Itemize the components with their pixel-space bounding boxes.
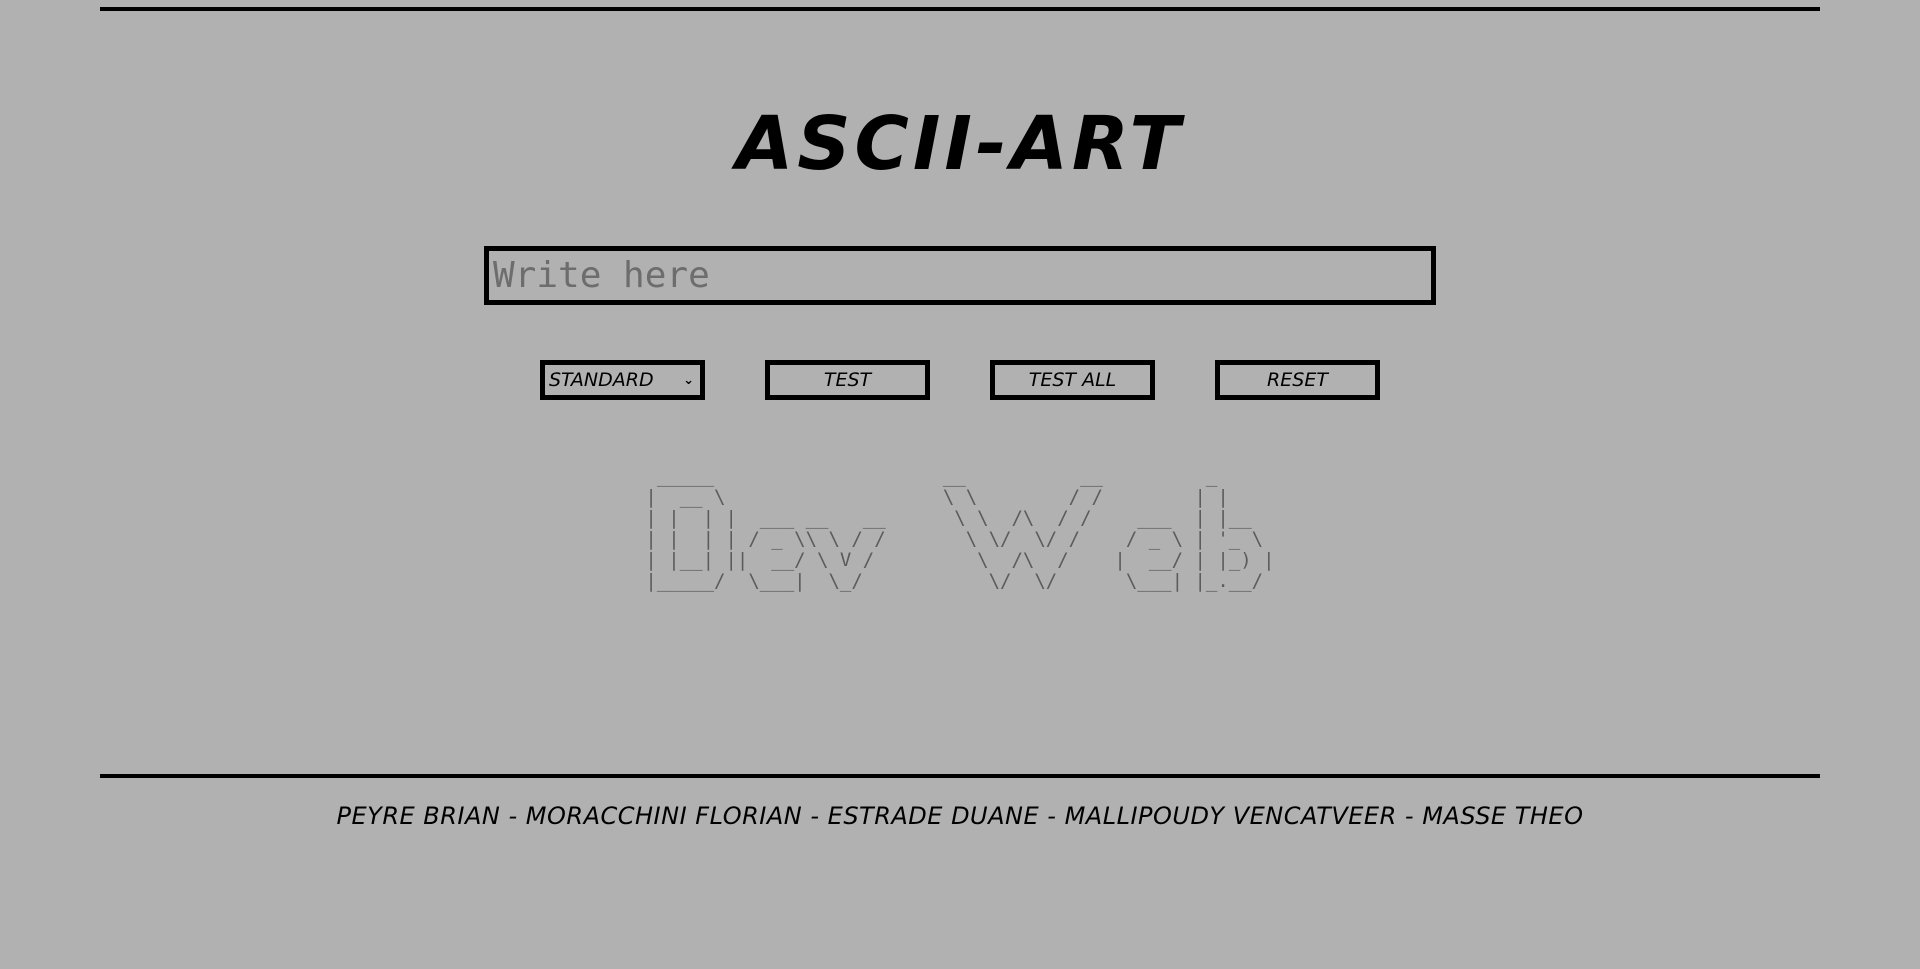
- bottom-divider: [100, 774, 1820, 778]
- banner-select-value: STANDARD: [549, 369, 654, 391]
- test-button[interactable]: TEST: [765, 360, 930, 400]
- text-input[interactable]: [484, 246, 1436, 305]
- page: ASCII-ART STANDARD ⌄ TEST TEST ALL RESET…: [0, 0, 1920, 969]
- reset-button[interactable]: RESET: [1215, 360, 1380, 400]
- chevron-down-icon: ⌄: [683, 372, 694, 388]
- ascii-output: _____ __ __ _ | __ \ \ \ / / | | | | | |…: [0, 466, 1920, 592]
- footer-credits: PEYRE BRIAN - MORACCHINI FLORIAN - ESTRA…: [336, 802, 1584, 830]
- test-all-button[interactable]: TEST ALL: [990, 360, 1155, 400]
- ascii-art-text: _____ __ __ _ | __ \ \ \ / / | | | | | |…: [645, 465, 1275, 592]
- top-divider: [100, 7, 1820, 11]
- banner-select[interactable]: STANDARD ⌄: [540, 360, 705, 400]
- page-title: ASCII-ART: [735, 101, 1185, 187]
